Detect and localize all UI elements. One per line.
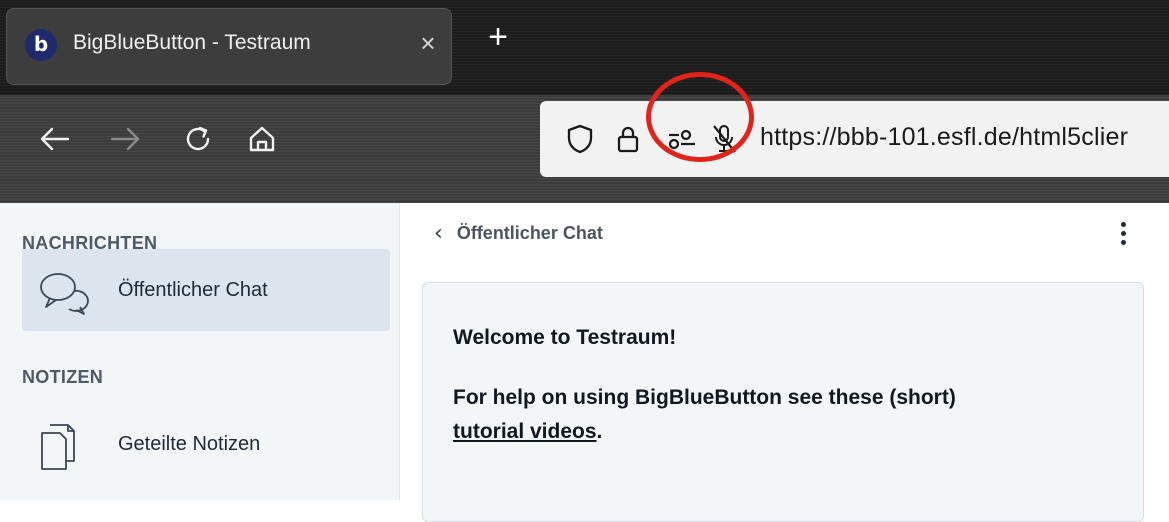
public-chat-label: Öffentlicher Chat <box>118 279 268 301</box>
site-info-button[interactable] <box>610 121 646 157</box>
url-text: https://bbb-101.esfl.de/html5clier <box>760 123 1129 151</box>
browser-tab-strip: b BigBlueButton - Testraum × + <box>0 0 1169 95</box>
browser-navigation-bar: https://bbb-101.esfl.de/html5clier <box>0 95 1169 203</box>
bigbluebutton-favicon-icon: b <box>25 29 57 61</box>
more-vertical-icon <box>1120 221 1126 227</box>
home-icon <box>249 126 275 152</box>
home-button[interactable] <box>240 117 284 161</box>
arrow-left-icon <box>40 127 70 151</box>
welcome-help-link-line: tutorial videos. <box>453 415 1113 449</box>
reload-button[interactable] <box>176 117 220 161</box>
browser-tab[interactable]: b BigBlueButton - Testraum × <box>6 8 452 85</box>
welcome-help-text: For help on using BigBlueButton see thes… <box>453 386 956 409</box>
sidebar-item-shared-notes[interactable]: Geteilte Notizen <box>22 403 390 485</box>
tab-title: BigBlueButton - Testraum <box>73 31 311 54</box>
arrow-right-icon <box>110 127 140 151</box>
reload-icon <box>186 126 210 151</box>
documents-icon <box>41 424 75 470</box>
forward-button[interactable] <box>104 117 148 161</box>
tracking-protection-button[interactable] <box>562 121 598 157</box>
close-tab-button[interactable]: × <box>412 27 444 59</box>
notes-section-title: NOTIZEN <box>22 367 104 387</box>
back-button[interactable] <box>32 117 76 161</box>
sidebar: NACHRICHTEN Öffentlicher Chat NOTIZEN Ge… <box>0 203 400 500</box>
chat-title: Öffentlicher Chat <box>456 222 603 243</box>
close-chat-button[interactable]: ‹ Öffentlicher Chat <box>434 203 603 263</box>
shield-icon <box>567 124 593 154</box>
tutorial-videos-link[interactable]: tutorial videos <box>453 420 597 443</box>
new-tab-button[interactable]: + <box>478 18 518 58</box>
chat-options-button[interactable] <box>1108 203 1138 263</box>
lock-icon <box>617 126 639 153</box>
shared-notes-label: Geteilte Notizen <box>118 433 261 455</box>
address-bar[interactable]: https://bbb-101.esfl.de/html5clier <box>540 101 1169 177</box>
sidebar-item-public-chat[interactable]: Öffentlicher Chat <box>22 249 390 331</box>
chat-bubbles-icon <box>40 273 89 315</box>
chat-panel: ‹ Öffentlicher Chat Welcome to Testraum!… <box>400 203 1169 522</box>
welcome-message: Welcome to Testraum! For help on using B… <box>422 282 1144 522</box>
highlight-circle <box>646 72 754 162</box>
chevron-left-icon: ‹ <box>434 220 443 246</box>
welcome-heading: Welcome to Testraum! <box>453 326 677 349</box>
link-suffix: . <box>596 420 603 443</box>
